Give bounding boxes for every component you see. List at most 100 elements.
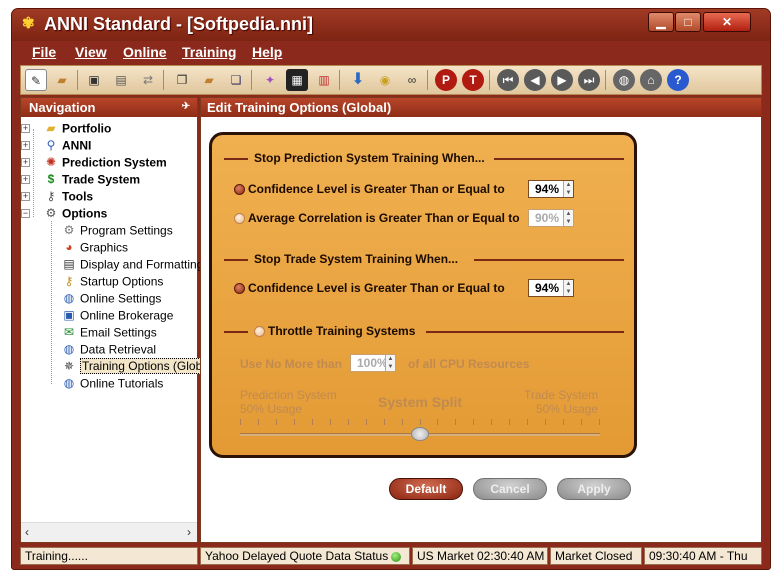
slider-tick	[563, 419, 564, 425]
save-icon[interactable]: ▣	[83, 69, 105, 91]
menu-bar: File View Online Training Help	[20, 41, 762, 65]
tree-item-training-options[interactable]: ✵ Training Options (Globa	[61, 358, 211, 375]
open-icon[interactable]: ▰	[51, 69, 73, 91]
collapse-icon[interactable]: −	[21, 209, 30, 218]
scroll-right-icon[interactable]: ›	[187, 525, 191, 539]
chart-icon[interactable]: ✦	[259, 69, 281, 91]
horizontal-scrollbar[interactable]: ‹ ›	[21, 522, 197, 542]
menu-online[interactable]: Online	[123, 44, 167, 60]
close-button[interactable]: ✕	[703, 12, 751, 32]
slider-tick	[294, 419, 295, 425]
prediction-confidence-stepper[interactable]: 94% ▲ ▼	[528, 180, 574, 198]
system-split-slider[interactable]	[240, 419, 600, 441]
slider-tick	[527, 419, 528, 425]
next-icon[interactable]: ▶	[551, 69, 573, 91]
tree-item-online-tutorials[interactable]: ◍ Online Tutorials	[61, 375, 164, 392]
expand-icon[interactable]: +	[21, 175, 30, 184]
slider-tick	[366, 419, 367, 425]
data-icon[interactable]: ◉	[374, 69, 396, 91]
new-icon[interactable]: ✎	[25, 69, 47, 91]
gear-icon: ⚙	[63, 223, 75, 238]
first-icon[interactable]: ⏮	[497, 69, 519, 91]
expand-icon[interactable]: +	[21, 124, 30, 133]
key-icon: ⚷	[46, 189, 56, 204]
slider-tick	[473, 419, 474, 425]
expand-icon[interactable]: +	[21, 141, 30, 150]
prediction-split-label: Prediction System	[240, 388, 337, 402]
menu-file[interactable]: File	[32, 44, 56, 60]
brokerage-icon: ▣	[63, 308, 75, 323]
status-led-icon	[391, 551, 402, 562]
help-icon[interactable]: ?	[667, 69, 689, 91]
apply-button[interactable]: Apply	[557, 478, 631, 500]
toolbar: ✎ ▰ ▣ ▤ ⇄ ❐ ▰ ❏ ✦ ▦ ▥ ⬇ ◉ ∞ P T ⏮ ◀ ▶ ⏭ …	[20, 65, 762, 95]
delete-icon[interactable]: ▥	[313, 69, 335, 91]
edit-pane: Edit Training Options (Global) Stop Pred…	[200, 97, 762, 543]
network-icon: ✺	[45, 155, 57, 170]
prediction-correlation-stepper[interactable]: 90% ▲ ▼	[528, 209, 574, 227]
download-icon[interactable]: ⬇	[347, 69, 369, 91]
slider-tick	[402, 419, 403, 425]
minimize-button[interactable]: ▁	[648, 12, 674, 32]
tree-item-startup-options[interactable]: ⚷ Startup Options	[61, 273, 164, 290]
menu-view[interactable]: View	[75, 44, 107, 60]
tree-item-display-formatting[interactable]: ▤ Display and Formatting	[61, 256, 203, 273]
tree-item-online-settings[interactable]: ◍ Online Settings	[61, 290, 162, 307]
grid-icon[interactable]: ▦	[286, 69, 308, 91]
tree-item-data-retrieval[interactable]: ◍ Data Retrieval	[61, 341, 156, 358]
paste-icon[interactable]: ▰	[198, 69, 220, 91]
trade-confidence-stepper[interactable]: 94% ▲ ▼	[528, 279, 574, 297]
prediction-correlation-radio[interactable]: Average Correlation is Greater Than or E…	[234, 211, 520, 225]
tree-item-anni[interactable]: + ⚲ ANNI	[21, 137, 91, 154]
p-icon[interactable]: P	[435, 69, 457, 91]
trade-confidence-radio[interactable]: Confidence Level is Greater Than or Equa…	[234, 281, 505, 295]
binoculars-icon[interactable]: ∞	[401, 69, 423, 91]
expand-icon[interactable]: +	[21, 158, 30, 167]
duplicate-icon[interactable]: ❏	[225, 69, 247, 91]
radio-selected[interactable]	[234, 283, 245, 295]
tree-item-portfolio[interactable]: + ▰ Portfolio	[21, 120, 111, 137]
magnifier-icon: ⚲	[46, 138, 56, 153]
radio-unselected[interactable]	[234, 213, 245, 225]
radio-selected[interactable]	[234, 184, 245, 196]
slider-thumb[interactable]	[411, 427, 429, 441]
tree-item-email-settings[interactable]: ✉ Email Settings	[61, 324, 157, 341]
throttle-checkbox[interactable]: Throttle Training Systems	[254, 324, 415, 338]
cpu-stepper[interactable]: 100% ▲ ▼	[350, 354, 396, 372]
radio-unselected[interactable]	[254, 326, 265, 338]
slider-tick	[437, 419, 438, 425]
title-bar[interactable]: ✾ ANNI Standard - [Softpedia.nni] ▁ □ ✕	[12, 9, 770, 41]
last-icon[interactable]: ⏭	[578, 69, 600, 91]
exchange-icon[interactable]: ⇄	[137, 69, 159, 91]
slider-tick	[455, 419, 456, 425]
prediction-confidence-radio[interactable]: Confidence Level is Greater Than or Equa…	[234, 182, 505, 196]
menu-help[interactable]: Help	[252, 44, 282, 60]
scroll-left-icon[interactable]: ‹	[25, 525, 29, 539]
cpu-suffix-label: of all CPU Resources	[408, 357, 530, 371]
pin-icon[interactable]: ✈	[179, 100, 193, 114]
training-icon: ✵	[63, 359, 75, 374]
menu-training[interactable]: Training	[182, 44, 236, 60]
tree-item-program-settings[interactable]: ⚙ Program Settings	[61, 222, 173, 239]
maximize-button[interactable]: □	[675, 12, 701, 32]
tree-item-trade-system[interactable]: + $ Trade System	[21, 171, 140, 188]
cancel-button[interactable]: Cancel	[473, 478, 547, 500]
tree-item-options[interactable]: − ⚙ Options	[21, 205, 107, 222]
tree-item-graphics[interactable]: ◕ Graphics	[61, 239, 128, 256]
save-as-icon[interactable]: ▤	[110, 69, 132, 91]
tree-item-prediction-system[interactable]: + ✺ Prediction System	[21, 154, 167, 171]
system-split-label: System Split	[378, 394, 463, 410]
tree-item-tools[interactable]: + ⚷ Tools	[21, 188, 93, 205]
globe-icon[interactable]: ◍	[613, 69, 635, 91]
default-button[interactable]: Default	[389, 478, 463, 500]
tree-item-online-brokerage[interactable]: ▣ Online Brokerage	[61, 307, 173, 324]
t-icon[interactable]: T	[462, 69, 484, 91]
trade-split-label: Trade System	[524, 388, 599, 402]
expand-icon[interactable]: +	[21, 192, 30, 201]
home-icon[interactable]: ⌂	[640, 69, 662, 91]
copy-icon[interactable]: ❐	[171, 69, 193, 91]
trade-usage-label: 50% Usage	[536, 402, 599, 416]
slider-tick	[330, 419, 331, 425]
prev-icon[interactable]: ◀	[524, 69, 546, 91]
slider-tick	[491, 419, 492, 425]
